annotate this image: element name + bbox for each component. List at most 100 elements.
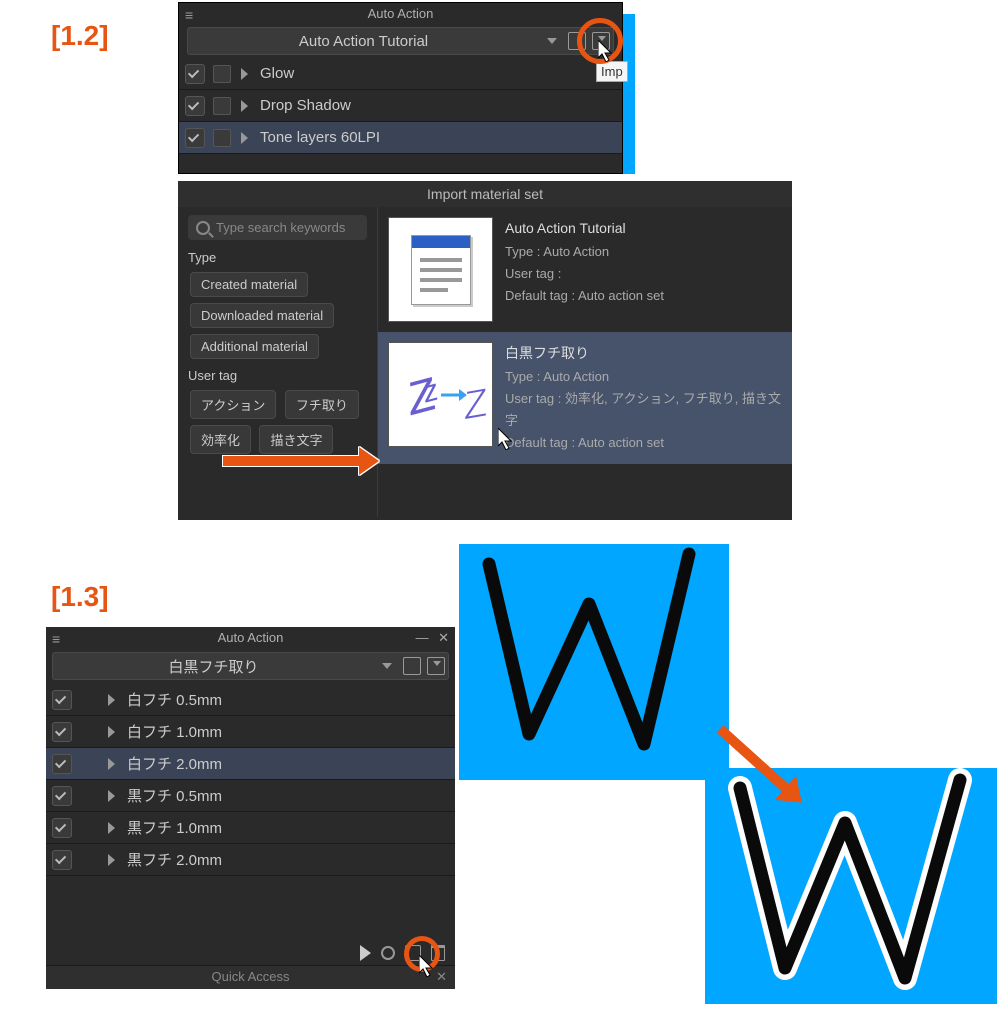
- auto-action-panel: ≡ Auto Action Auto Action Tutorial Glow …: [178, 2, 623, 174]
- action-row[interactable]: 黒フチ 2.0mm: [46, 844, 455, 876]
- action-row[interactable]: 白フチ 1.0mm: [46, 716, 455, 748]
- chevron-right-icon[interactable]: [108, 758, 115, 770]
- chevron-right-icon[interactable]: [108, 726, 115, 738]
- minimize-button[interactable]: —: [415, 630, 428, 645]
- material-item[interactable]: Auto Action Tutorial Type : Auto Action …: [378, 207, 792, 332]
- play-button[interactable]: [360, 945, 371, 961]
- dropdown-label: Auto Action Tutorial: [188, 33, 539, 50]
- action-row[interactable]: Tone layers 60LPI: [179, 122, 622, 154]
- user-tag[interactable]: 効率化: [190, 425, 251, 454]
- chevron-right-icon[interactable]: [108, 790, 115, 802]
- material-title: 白黒フチ取り: [505, 342, 782, 366]
- material-type: Type : Auto Action: [505, 366, 782, 388]
- record-button[interactable]: [381, 946, 395, 960]
- blue-accent: [623, 14, 635, 174]
- chevron-right-icon[interactable]: [241, 132, 248, 144]
- menu-icon[interactable]: ≡: [52, 631, 60, 647]
- action-row[interactable]: Drop Shadow: [179, 90, 622, 122]
- example-after: [705, 768, 997, 1004]
- panel-title: Auto Action: [46, 627, 455, 648]
- quick-access-bar[interactable]: Quick Access ✕: [46, 965, 455, 989]
- menu-icon[interactable]: ≡: [185, 7, 193, 23]
- type-section-label: Type: [188, 250, 367, 265]
- close-button[interactable]: ✕: [438, 630, 449, 645]
- checkbox[interactable]: [52, 786, 72, 806]
- action-name: 白フチ 0.5mm: [127, 689, 222, 710]
- folder-icon[interactable]: [403, 657, 421, 675]
- checkbox[interactable]: [185, 64, 205, 84]
- material-default-tag: Default tag : Auto action set: [505, 285, 664, 307]
- chevron-down-icon: [382, 663, 392, 669]
- auto-action-panel-2: ≡ Auto Action — ✕ 白黒フチ取り 白フチ 0.5mm 白フチ 1…: [46, 627, 455, 989]
- checkbox[interactable]: [185, 128, 205, 148]
- checkbox[interactable]: [185, 96, 205, 116]
- action-name: 白フチ 1.0mm: [127, 721, 222, 742]
- checkbox[interactable]: [52, 850, 72, 870]
- chevron-right-icon[interactable]: [108, 694, 115, 706]
- chevron-right-icon[interactable]: [108, 822, 115, 834]
- svg-text:Z: Z: [458, 380, 491, 428]
- chevron-right-icon[interactable]: [241, 100, 248, 112]
- document-icon: [411, 235, 471, 305]
- action-row[interactable]: 白フチ 0.5mm: [46, 684, 455, 716]
- import-material-set-dialog: Import material set Type search keywords…: [178, 181, 792, 520]
- chevron-down-icon: [547, 38, 557, 44]
- material-thumbnail: Z z Z: [388, 342, 493, 447]
- action-row[interactable]: 黒フチ 0.5mm: [46, 780, 455, 812]
- material-title: Auto Action Tutorial: [505, 217, 664, 241]
- dropdown-label: 白黒フチ取り: [53, 656, 374, 677]
- material-list: Auto Action Tutorial Type : Auto Action …: [378, 207, 792, 517]
- action-row[interactable]: Glow: [179, 58, 622, 90]
- annotation-arrow: [223, 456, 361, 466]
- action-name: 黒フチ 0.5mm: [127, 785, 222, 806]
- folder-icon[interactable]: [568, 32, 586, 50]
- search-icon: [196, 221, 210, 235]
- checkbox[interactable]: [52, 818, 72, 838]
- material-item[interactable]: Z z Z 白黒フチ取り Type : Auto Action User tag…: [378, 332, 792, 464]
- user-tag[interactable]: アクション: [190, 390, 276, 419]
- filter-sidebar: Type search keywords Type Created materi…: [178, 207, 378, 517]
- chevron-right-icon[interactable]: [241, 68, 248, 80]
- cursor-icon: [498, 428, 514, 450]
- action-row[interactable]: 黒フチ 1.0mm: [46, 812, 455, 844]
- type-tag[interactable]: Additional material: [190, 334, 319, 359]
- checkbox[interactable]: [52, 690, 72, 710]
- action-row[interactable]: 白フチ 2.0mm: [46, 748, 455, 780]
- window-controls: — ✕: [409, 630, 449, 646]
- usertag-section-label: User tag: [188, 368, 367, 383]
- search-input[interactable]: Type search keywords: [188, 215, 367, 240]
- action-name: Drop Shadow: [260, 97, 351, 114]
- checkbox[interactable]: [52, 754, 72, 774]
- material-usertag: User tag : 効率化, アクション, フチ取り, 描き文字: [505, 388, 782, 432]
- action-name: 黒フチ 2.0mm: [127, 849, 222, 870]
- step-label-13: [1.3]: [51, 581, 109, 613]
- action-name: 白フチ 2.0mm: [127, 753, 222, 774]
- action-name: Tone layers 60LPI: [260, 129, 380, 146]
- record-box[interactable]: [213, 65, 231, 83]
- material-default-tag: Default tag : Auto action set: [505, 432, 782, 454]
- material-type: Type : Auto Action: [505, 241, 664, 263]
- record-box[interactable]: [213, 129, 231, 147]
- material-thumbnail: [388, 217, 493, 322]
- panel-title: Auto Action: [179, 3, 622, 24]
- import-icon[interactable]: [427, 657, 445, 675]
- material-usertag: User tag :: [505, 263, 664, 285]
- chevron-right-icon[interactable]: [108, 854, 115, 866]
- checkbox[interactable]: [52, 722, 72, 742]
- type-tag[interactable]: Downloaded material: [190, 303, 334, 328]
- search-placeholder: Type search keywords: [216, 220, 345, 235]
- action-set-dropdown[interactable]: 白黒フチ取り: [52, 652, 449, 680]
- user-tag[interactable]: 描き文字: [259, 425, 333, 454]
- step-label-12: [1.2]: [51, 20, 109, 52]
- action-name: 黒フチ 1.0mm: [127, 817, 222, 838]
- tooltip: Imp: [596, 61, 628, 82]
- type-tag[interactable]: Created material: [190, 272, 308, 297]
- user-tag[interactable]: フチ取り: [285, 390, 359, 419]
- dialog-title: Import material set: [178, 181, 792, 207]
- record-box[interactable]: [213, 97, 231, 115]
- action-set-dropdown[interactable]: Auto Action Tutorial: [187, 27, 614, 55]
- cursor-icon: [598, 40, 614, 62]
- close-icon[interactable]: ✕: [436, 969, 447, 985]
- action-name: Glow: [260, 65, 294, 82]
- example-before: [459, 544, 729, 780]
